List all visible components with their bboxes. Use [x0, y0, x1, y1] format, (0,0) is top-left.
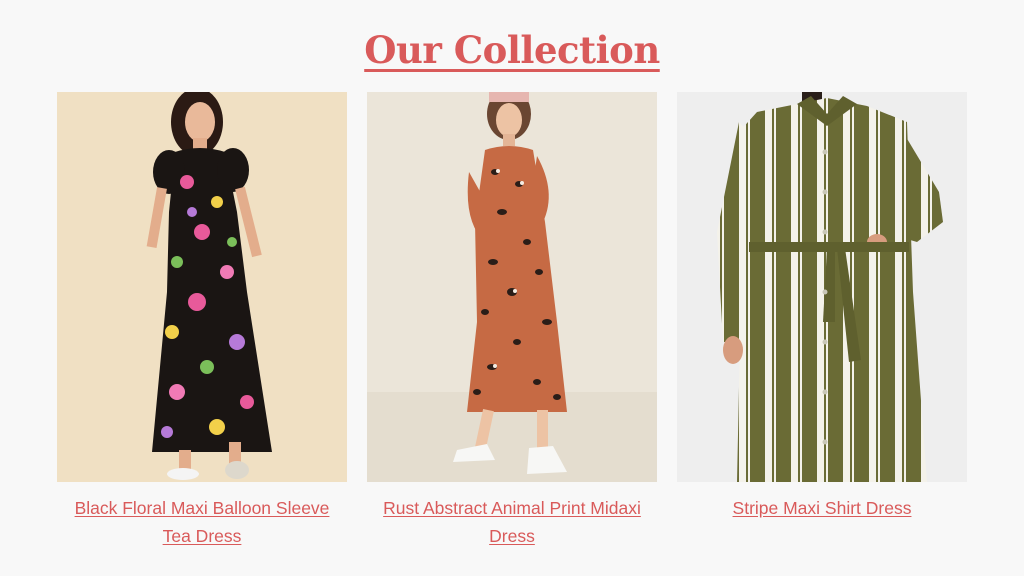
- product-card: Stripe Maxi Shirt Dress: [677, 92, 967, 522]
- collection-title: Our Collection: [364, 28, 660, 72]
- product-card: Black Floral Maxi Balloon Sleeve Tea Dre…: [57, 92, 347, 550]
- product-link-stripe-dress[interactable]: Stripe Maxi Shirt Dress: [677, 494, 967, 522]
- product-image-animal-print-dress[interactable]: [367, 92, 657, 482]
- product-link-animal-print-dress[interactable]: Rust Abstract Animal Print Midaxi Dress: [367, 494, 657, 550]
- product-image-stripe-dress[interactable]: [677, 92, 967, 482]
- product-card: Rust Abstract Animal Print Midaxi Dress: [367, 92, 657, 550]
- product-image-floral-dress[interactable]: [57, 92, 347, 482]
- product-link-floral-dress[interactable]: Black Floral Maxi Balloon Sleeve Tea Dre…: [57, 494, 347, 550]
